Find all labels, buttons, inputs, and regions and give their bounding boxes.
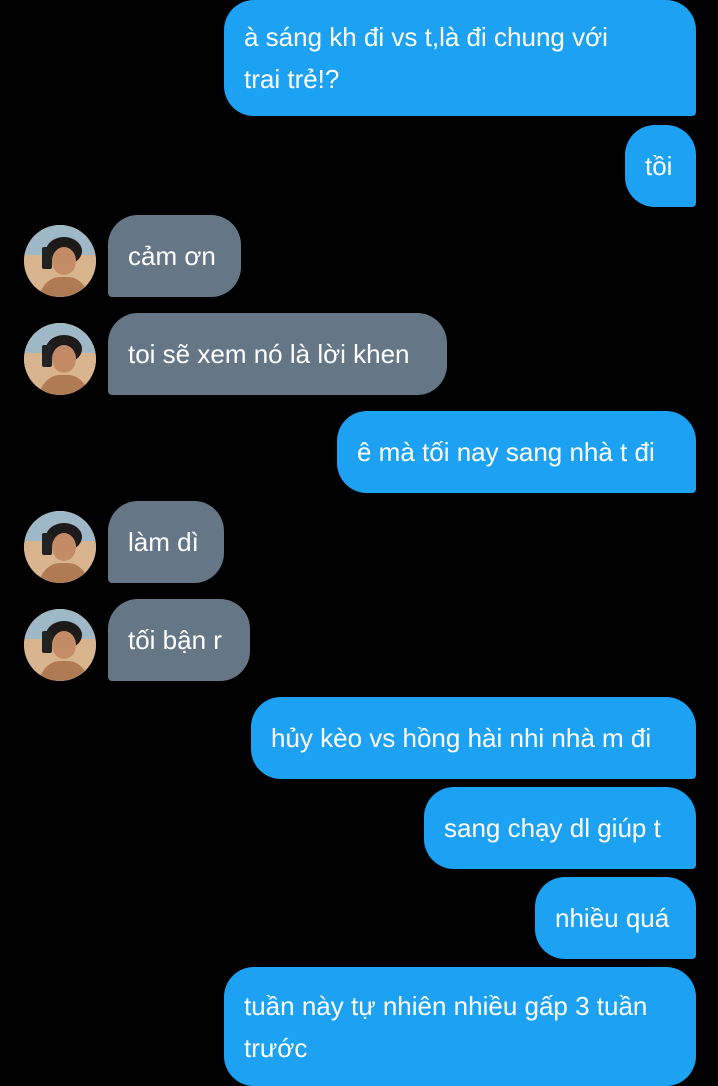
chat-thread: à sáng kh đi vs t,là đi chung với trai t…: [0, 0, 718, 1086]
sent-message-bubble[interactable]: nhiều quá: [535, 877, 696, 959]
message-text: tồi: [645, 151, 673, 181]
sent-message-bubble[interactable]: tuần này tự nhiên nhiều gấp 3 tuần trước: [224, 967, 696, 1086]
message-text: sang chạy dl giúp t: [444, 813, 661, 843]
message-text: tối bận r: [128, 625, 222, 655]
message-text: hủy kèo vs hồng hài nhi nhà m đi: [271, 723, 652, 753]
message-text: ê mà tối nay sang nhà t đi: [357, 437, 655, 467]
sent-message-bubble[interactable]: sang chạy dl giúp t: [424, 787, 696, 869]
message-text: toi sẽ xem nó là lời khen: [128, 339, 410, 369]
user-photo-avatar-icon[interactable]: [24, 225, 96, 297]
received-message-bubble[interactable]: làm dì: [108, 501, 224, 583]
received-message-bubble[interactable]: tối bận r: [108, 599, 250, 681]
user-photo-avatar-icon[interactable]: [24, 511, 96, 583]
message-text: cảm ơn: [128, 241, 216, 271]
sent-message-bubble[interactable]: hủy kèo vs hồng hài nhi nhà m đi: [251, 697, 696, 779]
received-message-bubble[interactable]: cảm ơn: [108, 215, 241, 297]
user-photo-avatar-icon[interactable]: [24, 609, 96, 681]
user-photo-avatar-icon[interactable]: [24, 323, 96, 395]
sent-message-bubble[interactable]: tồi: [625, 125, 696, 207]
message-text: tuần này tự nhiên nhiều gấp 3 tuần trước: [244, 990, 648, 1063]
received-message-bubble[interactable]: toi sẽ xem nó là lời khen: [108, 313, 447, 395]
sent-message-bubble[interactable]: à sáng kh đi vs t,là đi chung với trai t…: [224, 0, 696, 116]
message-text: làm dì: [128, 527, 199, 557]
message-text: à sáng kh đi vs t,là đi chung với trai t…: [244, 22, 608, 94]
sent-message-bubble[interactable]: ê mà tối nay sang nhà t đi: [337, 411, 696, 493]
message-text: nhiều quá: [555, 903, 670, 933]
